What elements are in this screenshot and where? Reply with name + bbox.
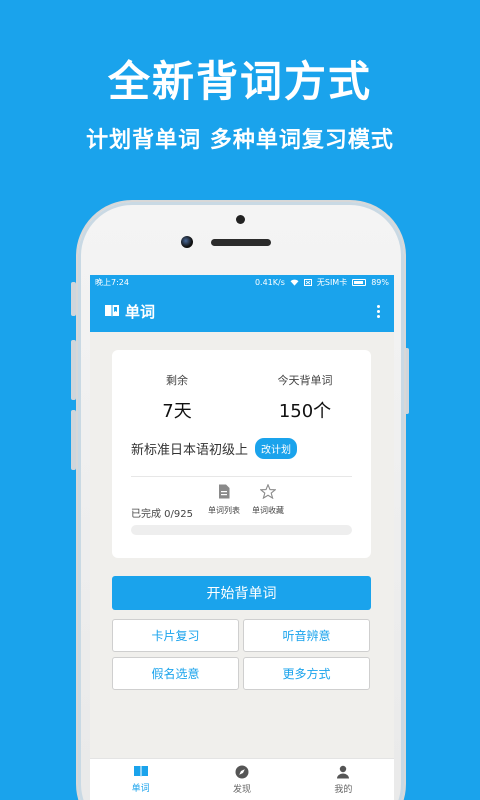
remaining-label: 剩余 [166, 374, 188, 387]
divider [131, 476, 352, 477]
front-camera [181, 236, 193, 248]
today-label: 今天背单词 [277, 374, 333, 387]
app-bar: 单词 [90, 290, 394, 332]
plan-card: 剩余 7天 今天背单词 150个 新标准日本语初级上 改计划 已完成 0/925… [112, 350, 371, 558]
favorites-button[interactable]: 单词收藏 [246, 483, 290, 516]
remaining-stat: 剩余 7天 [117, 372, 237, 423]
promo-title: 全新背词方式 [107, 57, 372, 106]
status-speed: 0.41K/s [254, 278, 285, 287]
start-learning-button[interactable]: 开始背单词 [112, 576, 371, 610]
phone-speaker [211, 239, 271, 246]
document-icon [219, 484, 230, 499]
app-screen: 晚上7:24 0.41K/s 无SIM卡 89% 单词 剩余 7天 今天背单词 … [90, 275, 394, 800]
status-time: 晚上7:24 [95, 278, 129, 287]
promo-subtitle: 计划背单词 多种单词复习模式 [86, 128, 394, 153]
completed-text: 已完成 0/925 [131, 509, 193, 520]
progress-bar [131, 525, 352, 535]
today-stat: 今天背单词 150个 [245, 372, 365, 423]
more-modes-button[interactable]: 更多方式 [243, 657, 370, 690]
book-name: 新标准日本语初级上 [131, 443, 249, 458]
kana-choice-button[interactable]: 假名选意 [112, 657, 239, 690]
status-bar: 晚上7:24 0.41K/s 无SIM卡 89% [90, 275, 394, 290]
nav-label: 单词 [131, 784, 150, 794]
word-list-button[interactable]: 单词列表 [202, 484, 246, 516]
nav-item-discover[interactable]: 发现 [191, 759, 292, 800]
book-row: 新标准日本语初级上 改计划 [131, 438, 298, 459]
compass-icon [235, 765, 249, 778]
phone-sensor [236, 215, 245, 224]
status-sim: 无SIM卡 [316, 278, 348, 287]
book-icon [133, 766, 148, 777]
nav-item-words[interactable]: 单词 [90, 759, 191, 800]
sim-icon [303, 279, 312, 286]
nav-item-me[interactable]: 我的 [293, 759, 394, 800]
remaining-value: 7天 [162, 401, 192, 422]
book-icon [105, 305, 119, 317]
favorites-label: 单词收藏 [252, 506, 284, 515]
bottom-nav: 单词 发现 我的 [90, 758, 394, 800]
listen-meaning-button[interactable]: 听音辨意 [243, 619, 370, 652]
star-icon [259, 483, 277, 500]
battery-icon [352, 279, 367, 286]
nav-label: 我的 [334, 784, 353, 795]
app-title: 单词 [125, 302, 156, 321]
nav-label: 发现 [232, 784, 251, 795]
change-plan-button[interactable]: 改计划 [255, 438, 298, 459]
today-value: 150个 [278, 401, 332, 422]
status-battery: 89% [371, 278, 389, 287]
more-vertical-icon[interactable] [373, 301, 384, 322]
word-list-label: 单词列表 [208, 506, 240, 515]
person-icon [337, 765, 350, 778]
card-review-button[interactable]: 卡片复习 [112, 619, 239, 652]
wifi-icon [290, 279, 299, 286]
